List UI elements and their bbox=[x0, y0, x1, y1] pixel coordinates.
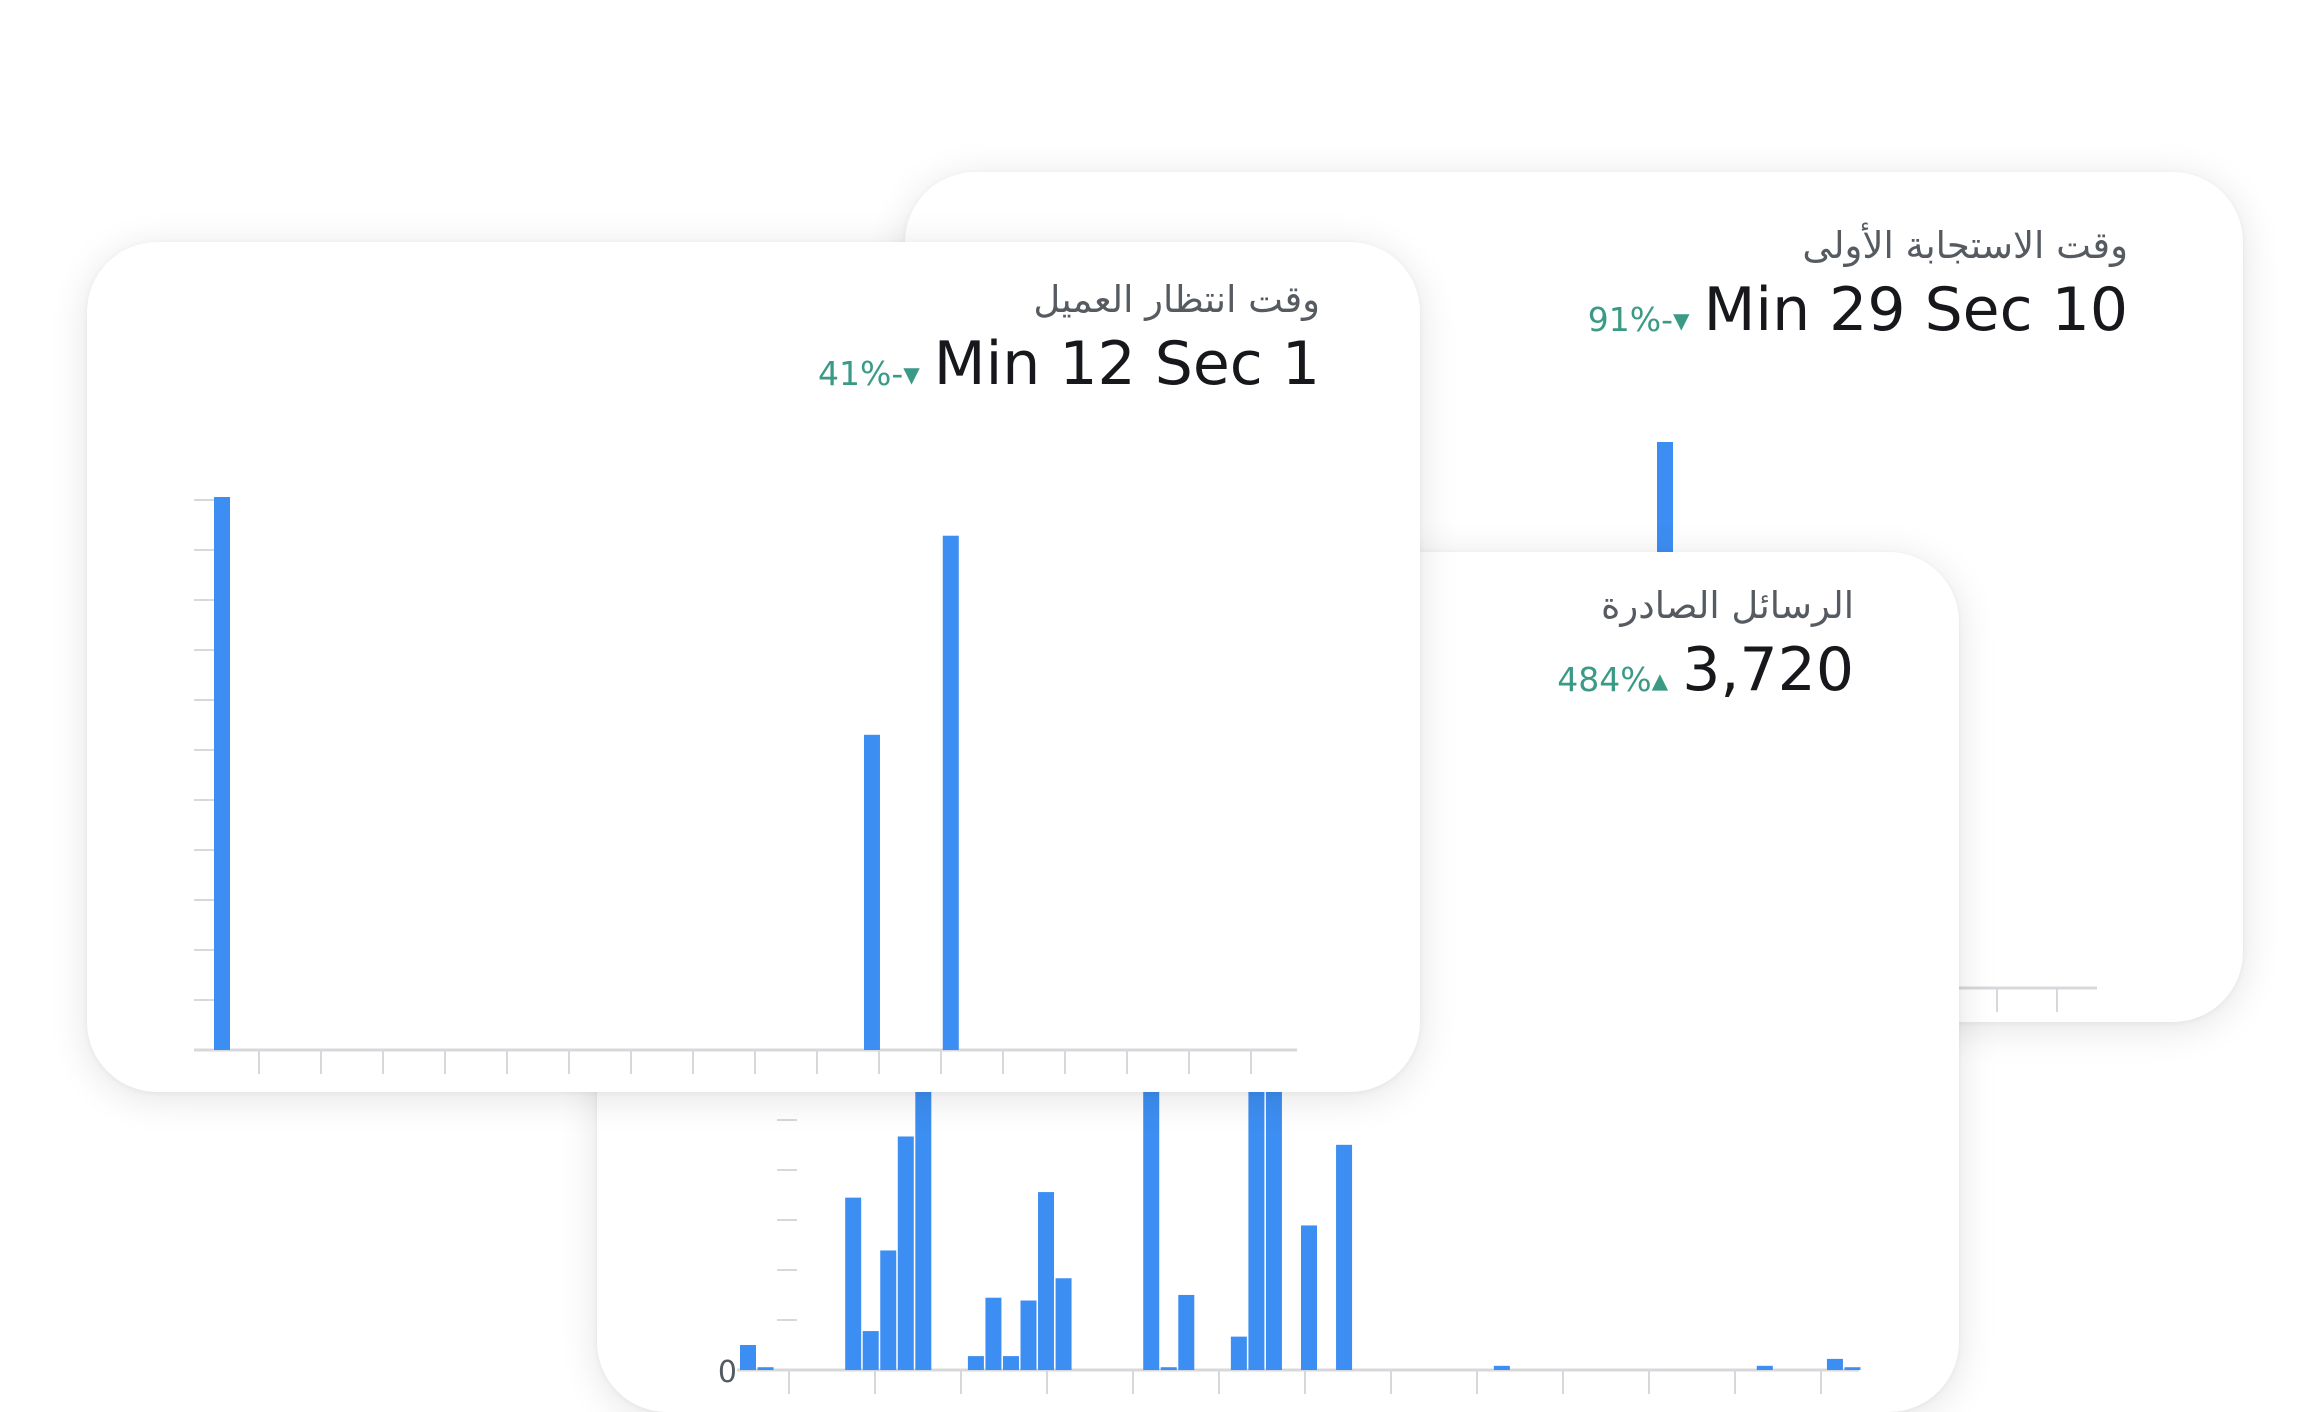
card-title: الرسائل الصادرة bbox=[1601, 584, 1854, 627]
card-customer-wait[interactable]: وقت انتظار العميل Min 12 Sec 1 41%-▾ bbox=[87, 242, 1420, 1092]
bar bbox=[214, 497, 230, 1050]
bar bbox=[1143, 1092, 1160, 1370]
bar bbox=[1336, 1144, 1353, 1370]
bar bbox=[1756, 1365, 1773, 1370]
bar bbox=[967, 1356, 984, 1370]
bar bbox=[1230, 1336, 1247, 1370]
y-axis-zero-label: 0 bbox=[718, 1355, 737, 1390]
bar bbox=[1178, 1294, 1195, 1370]
bar bbox=[915, 1092, 932, 1370]
metric-delta: 484%▴ bbox=[1557, 660, 1669, 700]
bar bbox=[1493, 1365, 1510, 1370]
metric-value: Min 12 Sec 1 bbox=[933, 329, 1320, 400]
metric-value: Min 29 Sec 10 bbox=[1703, 275, 2128, 346]
bar bbox=[1020, 1300, 1037, 1370]
bar bbox=[863, 734, 880, 1050]
bar bbox=[845, 1197, 862, 1370]
bar bbox=[1265, 1092, 1282, 1370]
bar bbox=[985, 1297, 1002, 1370]
bar bbox=[1248, 1092, 1265, 1370]
bar bbox=[757, 1367, 774, 1370]
bar bbox=[1055, 1278, 1072, 1370]
metric-delta: 41%-▾ bbox=[817, 354, 920, 394]
bar bbox=[1826, 1358, 1843, 1370]
bar bbox=[862, 1331, 879, 1370]
bar bbox=[880, 1250, 897, 1370]
metric-value: 3,720 bbox=[1682, 635, 1854, 706]
bar bbox=[1038, 1192, 1055, 1370]
bar bbox=[1160, 1367, 1177, 1370]
bar bbox=[1301, 1225, 1317, 1370]
bar bbox=[740, 1344, 756, 1370]
bar bbox=[1844, 1367, 1861, 1370]
metric-delta: 91%-▾ bbox=[1587, 300, 1690, 340]
bar bbox=[1002, 1356, 1019, 1370]
bar bbox=[942, 535, 959, 1050]
bar bbox=[897, 1136, 914, 1370]
card-title: وقت انتظار العميل bbox=[1033, 278, 1320, 321]
card-title: وقت الاستجابة الأولى bbox=[1802, 224, 2128, 267]
